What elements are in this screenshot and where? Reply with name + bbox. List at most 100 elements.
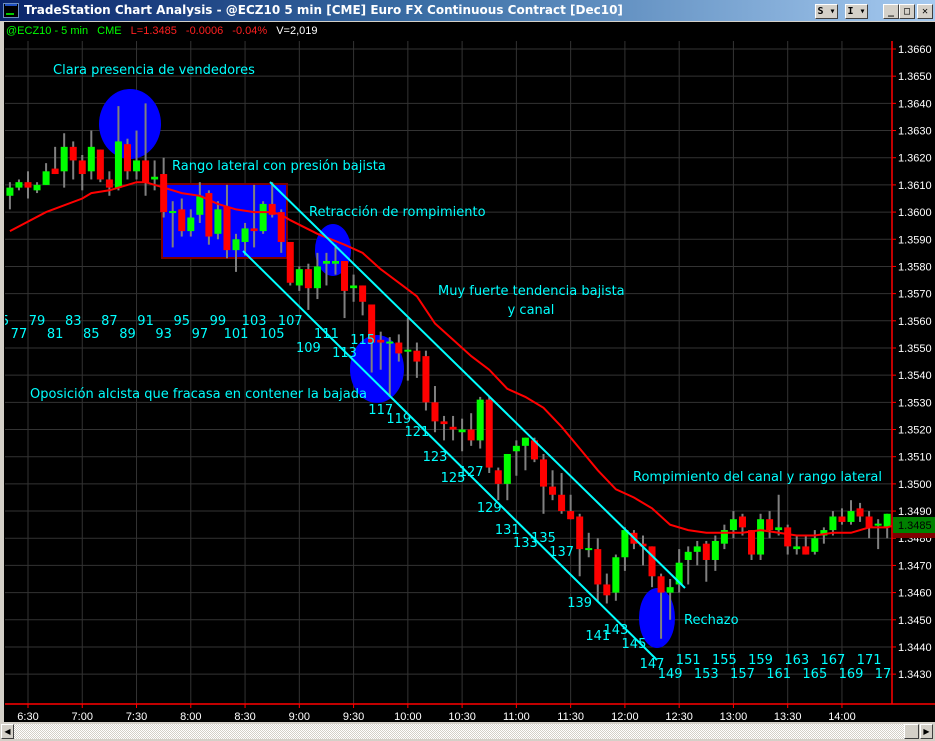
bar-number-label: 79 [29, 314, 46, 329]
price-tick-label: 1.3560 [898, 316, 932, 328]
bar-number-label: 85 [83, 327, 100, 342]
last-price-text: L=1.3485 [130, 25, 177, 37]
annotation-opposition: Oposición alcista que fracasa en contene… [30, 387, 367, 402]
annotation-retrace: Retracción de rompimiento [309, 205, 486, 220]
candle-body [350, 285, 358, 289]
candle-body [449, 426, 457, 430]
bar-number-label: 171 [857, 653, 882, 668]
candle-body [594, 549, 602, 585]
minimize-button[interactable]: _ [883, 4, 899, 19]
price-tick-label: 1.3550 [898, 343, 932, 355]
candle-body [549, 486, 557, 495]
app-chart-icon[interactable] [3, 3, 19, 18]
bar-number-label: 93 [155, 327, 172, 342]
candle-body [395, 342, 403, 354]
annotation-breakout: Rompimiento del canal y rango lateral [633, 470, 882, 485]
net-change: -0.0006 [185, 25, 224, 37]
candle-body [69, 146, 77, 161]
candle-body [883, 513, 891, 528]
scroll-thumb[interactable] [904, 724, 919, 739]
candle-body [178, 209, 186, 232]
bar-number-label: 123 [423, 450, 448, 465]
price-tick-label: 1.3500 [898, 479, 932, 491]
candle-body [567, 511, 575, 520]
bar-number-label: 157 [730, 667, 755, 682]
candle-body [96, 149, 104, 180]
bar-number-label: 89 [119, 327, 136, 342]
candle-body [467, 429, 475, 441]
candle-body [603, 584, 611, 596]
candle-body [540, 459, 548, 487]
candle-body [214, 209, 222, 234]
candle-body [78, 160, 86, 175]
scroll-left-button[interactable]: ◀ [1, 724, 14, 739]
candle-body [295, 269, 303, 286]
price-tick-label: 1.3450 [898, 615, 932, 627]
candle-body [648, 546, 656, 577]
price-tick-label: 1.3520 [898, 425, 932, 437]
candle-body [738, 516, 746, 528]
candle-body [440, 421, 448, 425]
price-tick-label: 1.3430 [898, 669, 932, 681]
maximize-button[interactable]: □ [899, 4, 915, 19]
bar-number-label: 91 [137, 314, 154, 329]
candle-body [250, 228, 258, 232]
bar-number-label: 111 [314, 327, 339, 342]
scroll-right-button[interactable]: ▶ [920, 724, 933, 739]
bar-number-label: 137 [549, 545, 574, 560]
candle-body [223, 206, 231, 251]
candle-body [386, 341, 394, 344]
price-tick-label: 1.3600 [898, 207, 932, 219]
candle-body [802, 546, 810, 555]
candle-body [241, 228, 249, 242]
candle-body [322, 261, 330, 264]
price-tick-label: 1.3530 [898, 397, 932, 409]
symbol-header: @ECZ10 - 5 min CME L=1.3485 -0.0006 -0.0… [6, 25, 324, 37]
bar-number-label: 113 [332, 346, 357, 361]
annotation-trend-line1: Muy fuerte tendencia bajista [438, 284, 625, 299]
close-button[interactable]: ✕ [917, 4, 933, 19]
scroll-track[interactable] [14, 724, 904, 739]
candle-body [404, 349, 412, 352]
candle-body [811, 538, 819, 552]
candle-body [657, 576, 665, 593]
candle-body [856, 508, 864, 517]
s-menu-button[interactable]: S ▾ [815, 4, 838, 19]
candle-body [521, 437, 529, 446]
price-tick-label: 1.3590 [898, 234, 932, 246]
candle-body [512, 445, 520, 452]
last-price-label: 1.3485 [898, 520, 932, 532]
price-tick-label: 1.3650 [898, 71, 932, 83]
candle-body [151, 176, 159, 180]
candle-104 [259, 201, 267, 234]
bar-number-label: 101 [224, 327, 249, 342]
bar-number-label: 145 [622, 637, 647, 652]
i-menu-button[interactable]: I ▾ [845, 4, 868, 19]
candle-body [87, 146, 95, 172]
candle-body [757, 519, 765, 555]
price-tick-label: 1.3570 [898, 289, 932, 301]
candle-body [413, 350, 421, 362]
price-chart: 7577798183858789919395979910110310510710… [0, 0, 935, 741]
candle-body [458, 429, 466, 433]
price-tick-label: 1.3540 [898, 370, 932, 382]
candle-body [829, 516, 837, 531]
bar-number-label: 87 [101, 314, 118, 329]
price-tick-label: 1.3620 [898, 153, 932, 165]
candle-body [666, 587, 674, 593]
candle-body [142, 160, 150, 183]
bar-number-label: 127 [459, 465, 484, 480]
candle-body [494, 470, 502, 484]
bar-number-label: 155 [712, 653, 737, 668]
annotation-rejection: Rechazo [684, 613, 739, 628]
price-tick-label: 1.3460 [898, 588, 932, 600]
candle-body [359, 285, 367, 302]
title-bar[interactable]: TradeStation Chart Analysis - @ECZ10 5 m… [0, 0, 935, 22]
horizontal-scrollbar[interactable]: ◀ ▶ [0, 722, 935, 741]
candle-body [232, 239, 240, 251]
candle-body [123, 144, 131, 172]
candle-body [684, 551, 692, 560]
candle-body [766, 519, 774, 531]
bar-number-label: 129 [477, 501, 502, 516]
symbol-label: @ECZ10 - 5 min [6, 25, 89, 37]
